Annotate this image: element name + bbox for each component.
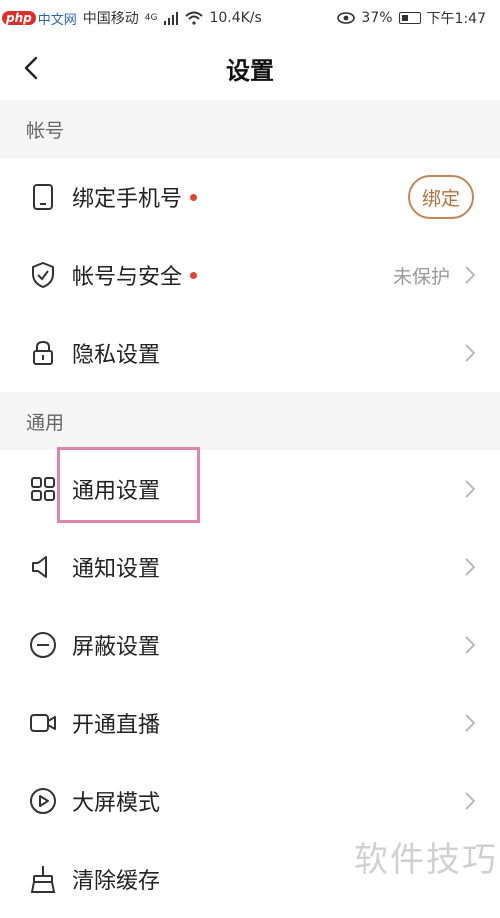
network-type: 4G — [144, 13, 158, 23]
play-circle-icon — [28, 786, 58, 816]
highlight-box — [57, 447, 200, 523]
row-label: 帐号与安全 — [72, 259, 198, 291]
eye-icon — [337, 12, 356, 24]
security-status: 未保护 — [392, 265, 450, 288]
battery-percent: 37% — [361, 10, 393, 26]
watermark-text: 软件技巧 — [354, 840, 498, 880]
wifi-icon — [185, 11, 204, 25]
section-header-account: 帐号 — [0, 100, 500, 158]
battery-icon — [398, 12, 421, 24]
minus-circle-icon — [28, 630, 58, 660]
red-dot-badge — [190, 271, 198, 279]
row-label: 绑定手机号 — [72, 181, 198, 213]
speaker-icon — [28, 552, 58, 582]
row-bind-phone[interactable]: 绑定手机号 绑定 — [0, 158, 500, 236]
shield-icon — [28, 260, 58, 290]
bind-phone-label: 绑定手机号 — [72, 187, 183, 212]
chevron-right-icon — [465, 636, 476, 654]
site-logo-text: 中文网 — [37, 12, 77, 28]
bind-button[interactable]: 绑定 — [407, 175, 474, 219]
chevron-right-icon — [465, 266, 476, 284]
video-camera-icon — [28, 708, 58, 738]
network-speed: 10.4K/s — [209, 10, 262, 26]
back-arrow-icon[interactable] — [18, 54, 46, 82]
chevron-right-icon — [465, 792, 476, 810]
chevron-right-icon — [465, 714, 476, 732]
live-label: 开通直播 — [72, 713, 161, 738]
row-notification[interactable]: 通知设置 — [0, 528, 500, 606]
site-logo: php 中文网 — [2, 9, 77, 28]
privacy-label: 隐私设置 — [72, 343, 161, 368]
signal-icon — [164, 12, 179, 25]
chevron-right-icon — [465, 558, 476, 576]
page-title: 设置 — [226, 56, 274, 85]
chevron-right-icon — [465, 344, 476, 362]
lock-icon — [28, 338, 58, 368]
section-header-general: 通用 — [0, 392, 500, 450]
account-security-label: 帐号与安全 — [72, 265, 183, 290]
row-account-security[interactable]: 帐号与安全 未保护 — [0, 236, 500, 314]
red-dot-badge — [190, 193, 198, 201]
notification-label: 通知设置 — [72, 557, 161, 582]
chevron-right-icon — [465, 480, 476, 498]
clock: 下午1:47 — [426, 11, 486, 27]
big-screen-label: 大屏模式 — [72, 791, 161, 816]
row-big-screen[interactable]: 大屏模式 — [0, 762, 500, 840]
block-label: 屏蔽设置 — [72, 635, 161, 660]
grid-icon — [28, 474, 58, 504]
broom-icon — [28, 864, 58, 894]
status-left: php 中文网 中国移动 4G 10.4K/s — [0, 8, 262, 28]
row-live[interactable]: 开通直播 — [0, 684, 500, 762]
row-block[interactable]: 屏蔽设置 — [0, 606, 500, 684]
php-logo-icon: php — [2, 11, 36, 25]
carrier-label: 中国移动 — [82, 11, 139, 27]
clear-cache-label: 清除缓存 — [72, 869, 161, 894]
status-bar: php 中文网 中国移动 4G 10.4K/s 37% 下午1:47 — [0, 0, 500, 36]
status-right: 37% 下午1:47 — [337, 8, 486, 28]
nav-bar: 设置 — [0, 36, 500, 100]
phone-icon — [28, 182, 58, 212]
row-privacy[interactable]: 隐私设置 — [0, 314, 500, 392]
